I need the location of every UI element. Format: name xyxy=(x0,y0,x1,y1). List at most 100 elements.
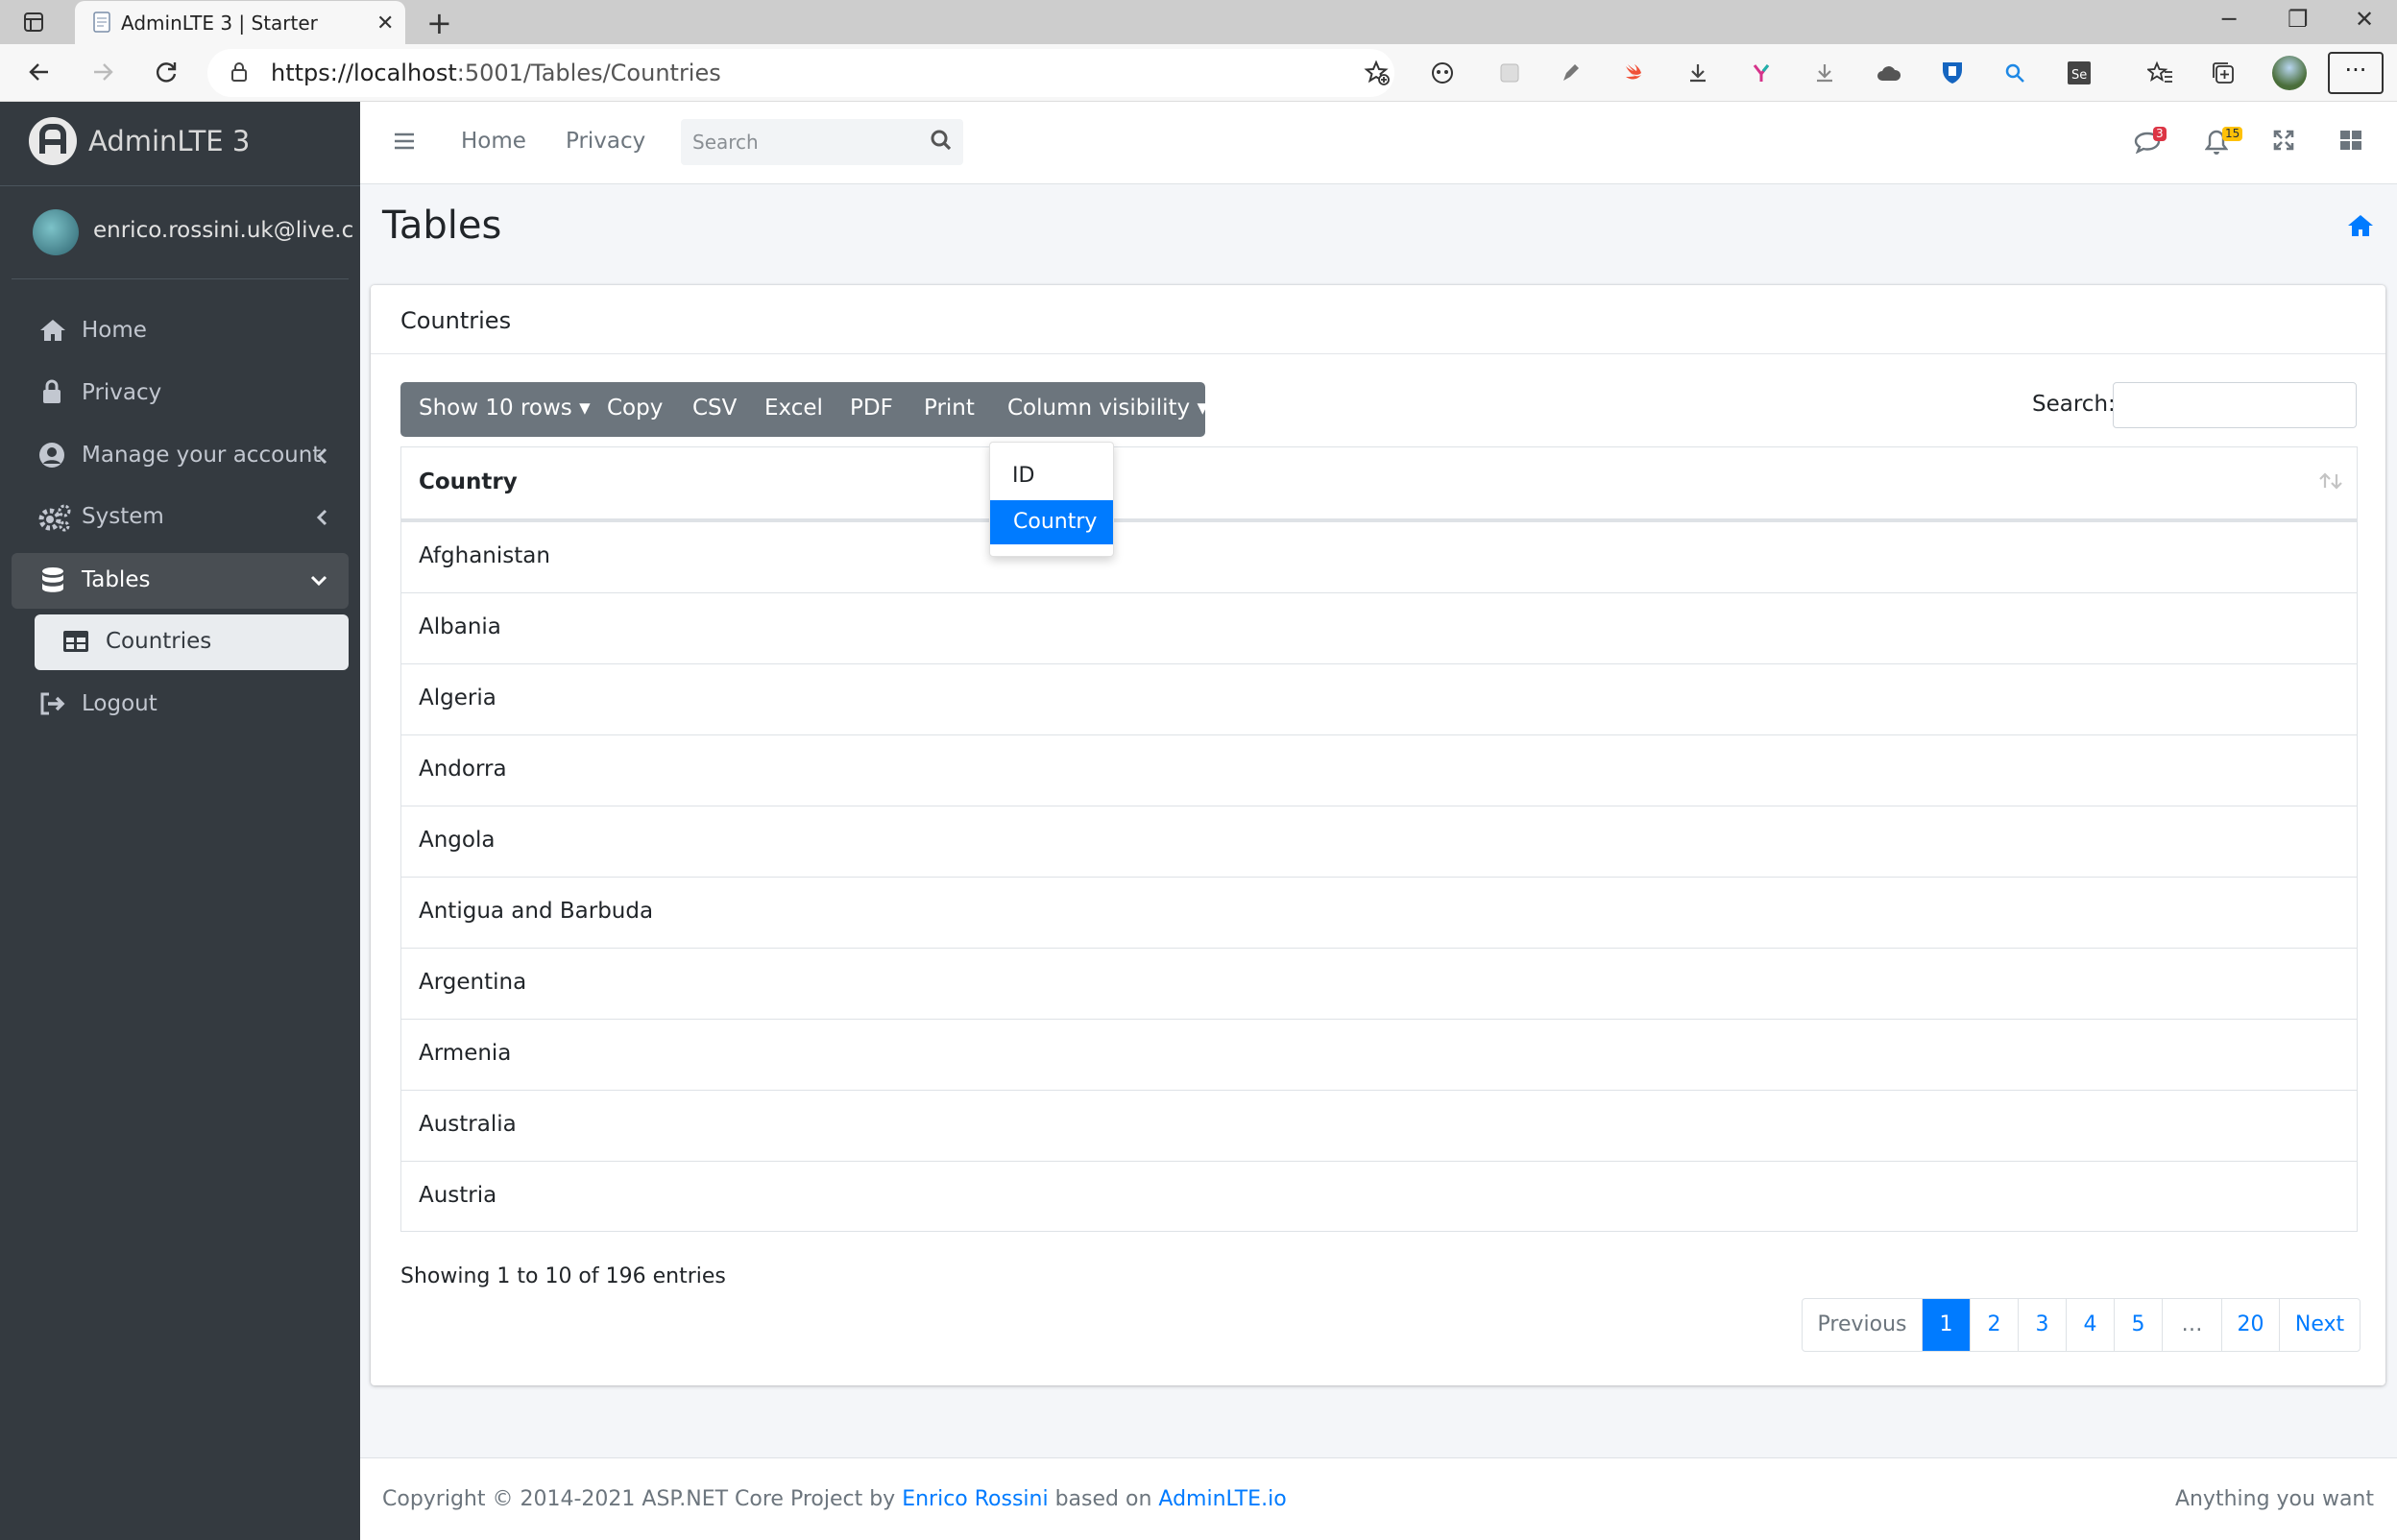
dropdown-item-id[interactable]: ID xyxy=(1012,464,1034,488)
control-sidebar-icon[interactable] xyxy=(2339,130,2362,151)
print-button[interactable]: Print xyxy=(924,396,975,421)
extension-shield-icon[interactable] xyxy=(1940,60,1965,86)
page-favicon-icon xyxy=(92,12,111,33)
messages-badge: 3 xyxy=(2153,127,2167,141)
dropdown-item-country[interactable]: Country xyxy=(990,500,1113,544)
country-cell: Algeria xyxy=(419,686,496,710)
database-icon xyxy=(41,566,64,595)
author-link[interactable]: Enrico Rossini xyxy=(902,1487,1048,1511)
brand-name: AdminLTE 3 xyxy=(88,125,251,157)
nav-privacy-link[interactable]: Privacy xyxy=(566,129,645,154)
close-tab-icon[interactable]: ✕ xyxy=(376,12,394,36)
search-icon[interactable] xyxy=(930,129,953,152)
sidebar-item-countries[interactable]: Countries xyxy=(35,614,349,670)
restore-icon[interactable]: ❐ xyxy=(2288,6,2309,33)
lock-icon[interactable] xyxy=(230,61,248,83)
add-favorite-icon[interactable] xyxy=(1364,60,1391,86)
browser-tab[interactable]: AdminLTE 3 | Starter ✕ xyxy=(75,1,405,44)
extension-pen-icon[interactable] xyxy=(1560,61,1583,84)
extension-disabled-icon[interactable] xyxy=(1498,61,1521,84)
table-row[interactable]: Albania xyxy=(400,592,2358,663)
profile-avatar[interactable] xyxy=(2272,56,2307,90)
table-info: Showing 1 to 10 of 196 entries xyxy=(400,1264,726,1288)
hamburger-menu-icon[interactable] xyxy=(393,131,416,152)
pagination-page[interactable]: 5 xyxy=(2114,1299,2162,1351)
sidebar-item-label: Countries xyxy=(106,629,212,654)
table-row[interactable]: Afghanistan xyxy=(400,521,2358,592)
extension-y-icon[interactable] xyxy=(1750,61,1773,84)
table-row[interactable]: Australia xyxy=(400,1090,2358,1161)
collections-icon[interactable] xyxy=(2211,60,2236,85)
back-icon[interactable] xyxy=(27,60,52,84)
table-search-input[interactable] xyxy=(2113,382,2357,428)
home-icon xyxy=(38,317,67,344)
pagination-page[interactable]: 4 xyxy=(2066,1299,2114,1351)
pagination-page[interactable]: 3 xyxy=(2018,1299,2066,1351)
more-menu-icon[interactable]: ··· xyxy=(2328,52,2384,94)
pagination-page[interactable]: 2 xyxy=(1970,1299,2018,1351)
close-window-icon[interactable]: ✕ xyxy=(2355,6,2374,33)
copy-button[interactable]: Copy xyxy=(607,396,663,421)
table-row[interactable]: Angola xyxy=(400,806,2358,877)
download-manager-icon[interactable] xyxy=(1813,61,1836,84)
adminlte-link[interactable]: AdminLTE.io xyxy=(1158,1487,1286,1511)
table-row[interactable]: Argentina xyxy=(400,948,2358,1019)
extension-swift-icon[interactable] xyxy=(1623,61,1646,84)
cloud-icon[interactable] xyxy=(1876,63,1901,83)
home-breadcrumb-icon[interactable] xyxy=(2347,213,2374,238)
based-on-text: based on xyxy=(1054,1487,1152,1511)
refresh-icon[interactable] xyxy=(154,60,179,84)
fullscreen-icon[interactable] xyxy=(2272,129,2295,152)
sidebar-item-tables[interactable]: Tables xyxy=(12,553,349,609)
footer-right-text: Anything you want xyxy=(2174,1487,2374,1511)
notifications-badge: 15 xyxy=(2222,127,2243,141)
table-row[interactable]: Austria xyxy=(400,1161,2358,1232)
download-icon[interactable] xyxy=(1686,61,1709,84)
column-header-country[interactable]: Country xyxy=(419,469,518,494)
table-row[interactable]: Armenia xyxy=(400,1019,2358,1090)
tab-actions-icon[interactable] xyxy=(23,12,44,33)
column-visibility-button[interactable]: Column visibility ▾ xyxy=(1007,396,1208,421)
forward-icon[interactable] xyxy=(90,60,115,84)
pagination-page[interactable]: 20 xyxy=(2221,1299,2279,1351)
excel-button[interactable]: Excel xyxy=(764,396,823,421)
user-circle-icon xyxy=(38,442,65,469)
table-header[interactable] xyxy=(400,446,2358,521)
pagination-next[interactable]: Next xyxy=(2279,1299,2360,1351)
sidebar-item-home[interactable]: Home xyxy=(12,303,349,359)
sidebar-item-manage-account[interactable]: Manage your account xyxy=(12,428,349,484)
url-host: https://localhost xyxy=(271,60,457,86)
country-cell: Angola xyxy=(419,828,496,853)
extension-search-icon[interactable] xyxy=(2003,61,2026,84)
sidebar-item-label: Home xyxy=(82,318,147,343)
extension-reader-icon[interactable] xyxy=(1431,61,1454,84)
pagination-previous[interactable]: Previous xyxy=(1803,1299,1922,1351)
messages-button[interactable]: 3 xyxy=(2134,127,2172,159)
table-row[interactable]: Antigua and Barbuda xyxy=(400,877,2358,948)
user-avatar[interactable] xyxy=(33,209,79,255)
country-cell: Andorra xyxy=(419,757,507,782)
table-row[interactable]: Andorra xyxy=(400,734,2358,806)
card-title: Countries xyxy=(400,307,512,334)
sidebar-item-system[interactable]: System xyxy=(12,490,349,545)
nav-home-link[interactable]: Home xyxy=(461,129,526,154)
sidebar-item-logout[interactable]: Logout xyxy=(12,677,349,733)
show-rows-button[interactable]: Show 10 rows ▾ xyxy=(419,396,591,421)
sort-icon[interactable] xyxy=(2318,470,2343,492)
notifications-button[interactable]: 15 xyxy=(2205,127,2247,159)
logout-icon xyxy=(38,691,67,716)
pdf-button[interactable]: PDF xyxy=(850,396,893,421)
new-tab-icon[interactable]: + xyxy=(426,5,452,41)
dropdown-item-label: Country xyxy=(1013,510,1098,534)
chevron-left-icon xyxy=(316,509,327,526)
extension-selenium-icon[interactable]: Se xyxy=(2067,60,2092,85)
country-cell: Albania xyxy=(419,614,501,639)
user-email[interactable]: enrico.rossini.uk@live.com xyxy=(93,218,352,243)
csv-button[interactable]: CSV xyxy=(692,396,737,421)
minimize-icon[interactable]: ─ xyxy=(2222,6,2236,33)
pagination-page[interactable]: 1 xyxy=(1922,1299,1970,1351)
sidebar-item-privacy[interactable]: Privacy xyxy=(12,366,349,421)
table-row[interactable]: Algeria xyxy=(400,663,2358,734)
chevron-left-icon xyxy=(316,447,327,465)
favorites-icon[interactable] xyxy=(2147,60,2174,85)
